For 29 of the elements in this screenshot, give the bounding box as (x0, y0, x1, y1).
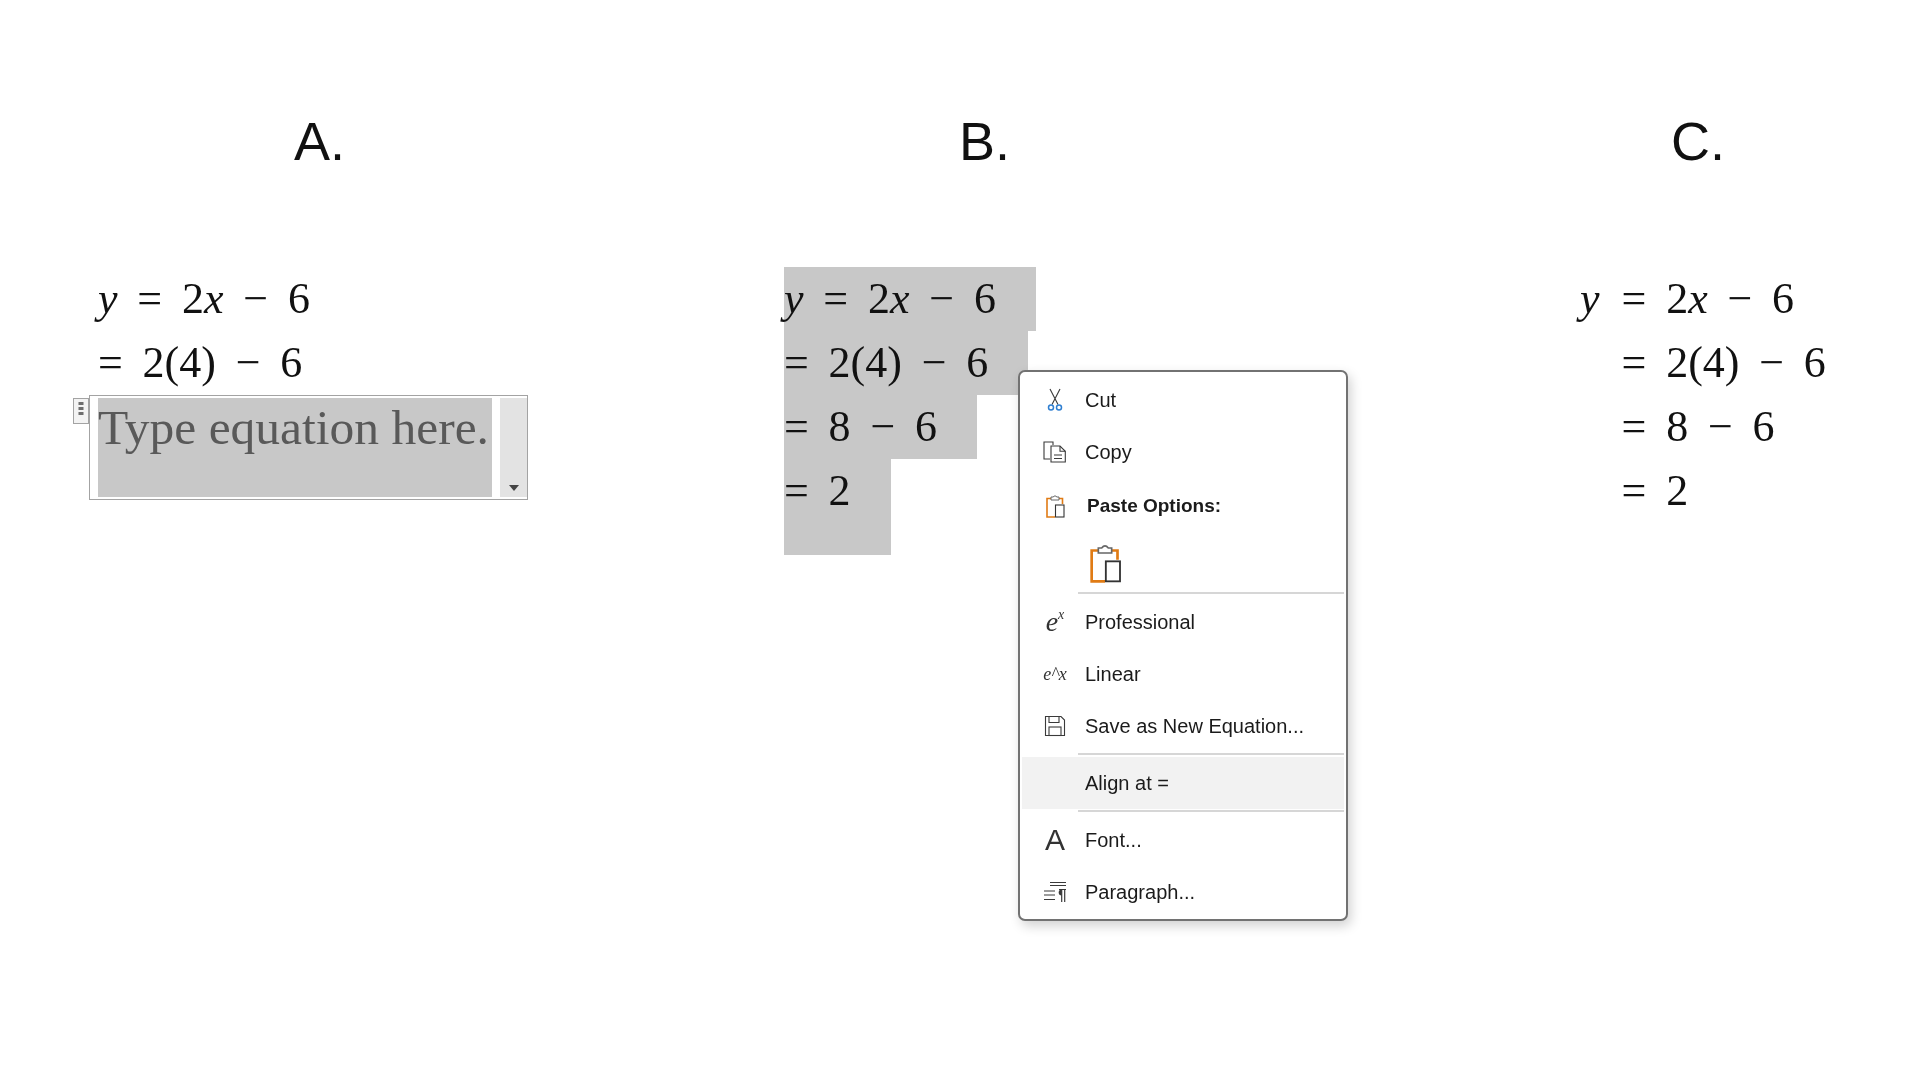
letter-icon: A (1045, 825, 1065, 855)
menu-item[interactable]: e$^{x}$ Professional (1022, 596, 1344, 648)
paragraph-icon (1043, 881, 1067, 903)
equation-field[interactable]: Type equation here. (89, 395, 528, 500)
menu-item[interactable]: Align at = (1022, 757, 1344, 809)
equation-line: = 2 (1621, 465, 1689, 517)
clipboard-icon (1045, 494, 1065, 518)
section-label: C. (1671, 114, 1725, 168)
menu-item[interactable]: Copy (1022, 426, 1344, 478)
equation-line: = 2x − 6 (1621, 273, 1795, 325)
menu-item[interactable]: A Font... (1022, 814, 1344, 866)
menu-section-heading: Paste Options: (1087, 495, 1222, 517)
placeholder-text: Type equation here. (98, 398, 492, 497)
scissors-icon (1047, 388, 1063, 412)
grip-icon[interactable] (73, 398, 89, 424)
equation-line: = 8 − 6 (1621, 401, 1775, 453)
exponent-icon: e$^{x}$ (1045, 608, 1065, 636)
menu-item[interactable]: Save as New Equation... (1022, 700, 1344, 752)
equation-line: = 2(4) − 6 (1621, 337, 1826, 389)
menu-item[interactable]: Paragraph... (1022, 866, 1344, 918)
exponent-icon: e^x (1043, 665, 1067, 683)
caret-icon (508, 485, 519, 491)
menu-item[interactable]: e^x Linear (1022, 648, 1344, 700)
copy-icon (1043, 441, 1067, 463)
save-icon (1044, 715, 1066, 737)
equation-line: = 2(4) − 6 (98, 337, 303, 389)
section-label: A. (294, 114, 346, 168)
clipboard-icon (1088, 542, 1122, 583)
section-label: B. (959, 114, 1011, 168)
